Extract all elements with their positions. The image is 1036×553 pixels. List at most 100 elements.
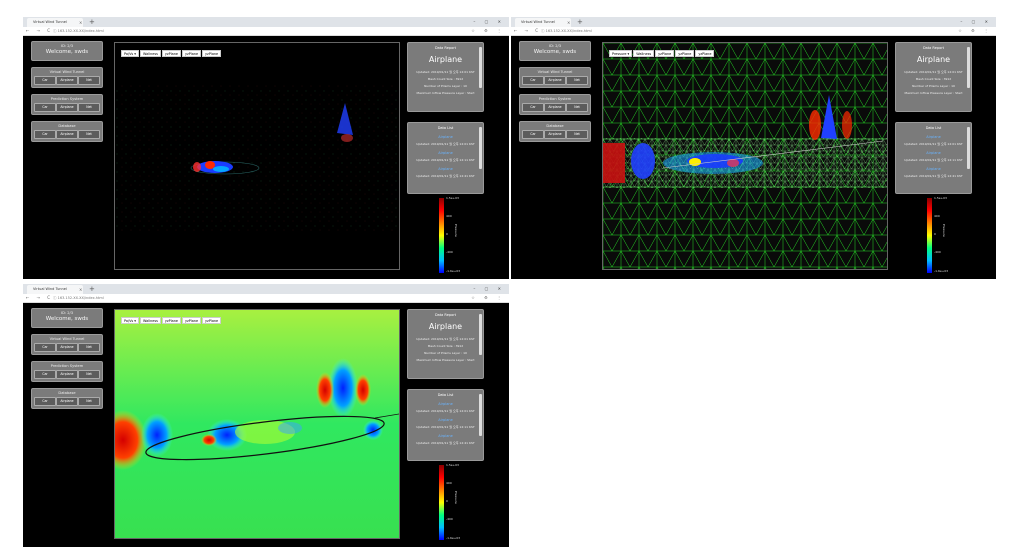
net-button[interactable]: Net [78, 76, 100, 85]
scrollbar[interactable] [479, 47, 482, 88]
colorbar-tick: 0 [934, 232, 936, 236]
plane-toggle[interactable]: yzPlane [202, 317, 222, 324]
net-button[interactable]: Net [566, 130, 588, 139]
url-field[interactable]: ⓘ 163.152.XX.XX/index.html [541, 28, 611, 34]
airplane-button[interactable]: Airplane [56, 370, 78, 379]
window-controls[interactable]: – ▢ ✕ [473, 17, 505, 26]
wall-toggle[interactable]: Wallness [633, 50, 655, 57]
car-button[interactable]: Car [34, 370, 56, 379]
car-button[interactable]: Car [34, 103, 56, 112]
report-line: Mesh Count Size : 3912 [915, 77, 952, 81]
scrollbar[interactable] [967, 127, 970, 169]
car-button[interactable]: Car [522, 130, 544, 139]
list-item-link[interactable]: Airplane [896, 151, 971, 155]
report-line: Maximum Inflow Pressure Layer : Start [904, 91, 963, 95]
scrollbar[interactable] [479, 127, 482, 169]
scrollbar[interactable] [479, 394, 482, 436]
extension-icons[interactable]: ☆ ⚙ ⋮ [471, 27, 505, 35]
tab-title: Virtual Wind Tunnel [33, 287, 67, 291]
new-tab-icon[interactable]: + [577, 17, 583, 27]
wall-toggle[interactable]: Wallness [139, 50, 161, 57]
list-item-date: Updated: 2019/01/11 월 오후 12:11 KST [904, 158, 963, 162]
airplane-button[interactable]: Airplane [56, 397, 78, 406]
field-dropdown[interactable]: Pa/Vs ▾ [121, 50, 139, 57]
airplane-button[interactable]: Airplane [544, 76, 566, 85]
nav-buttons[interactable]: ← → C [26, 27, 53, 35]
browser-tab[interactable]: Virtual Wind Tunnel × [515, 18, 571, 27]
browser-tab[interactable]: Virtual Wind Tunnel × [27, 285, 83, 294]
plane-toggle[interactable]: yzPlane [695, 50, 715, 57]
mesh-render [603, 43, 887, 269]
net-button[interactable]: Net [78, 343, 100, 352]
list-item-date: Updated: 2019/01/11 월 오후 12:41 KST [416, 174, 475, 178]
data-report-panel: Data Report Airplane Updated: 2019/01/11… [407, 42, 484, 112]
colorbar-label: Pressure [454, 491, 458, 504]
new-tab-icon[interactable]: + [89, 17, 95, 27]
net-button[interactable]: Net [78, 130, 100, 139]
plane-toggle[interactable]: yzPlane [181, 317, 202, 324]
wall-toggle[interactable]: Wallness [139, 317, 161, 324]
extension-icons[interactable]: ☆ ⚙ ⋮ [471, 294, 505, 302]
report-line: Updated: 2019/01/11 월 오후 12:01 KST [416, 70, 475, 74]
colorbar-tick: 400 [446, 481, 452, 485]
airplane-button[interactable]: Airplane [56, 130, 78, 139]
group-title: Database [58, 391, 76, 395]
viewport-3d[interactable]: Pa/Vs ▾ Wallness yzPlane yzPlane yzPlane [114, 42, 400, 270]
url-field[interactable]: ⓘ 163.152.XX.XX/index.html [53, 295, 123, 301]
car-button[interactable]: Car [522, 103, 544, 112]
car-button[interactable]: Car [34, 130, 56, 139]
plane-toggle[interactable]: yzPlane [675, 50, 695, 57]
scrollbar[interactable] [967, 47, 970, 88]
tab-close-icon[interactable]: × [567, 18, 570, 27]
airplane-button[interactable]: Airplane [56, 103, 78, 112]
plane-toggle[interactable]: yzPlane [161, 317, 181, 324]
list-item-link[interactable]: Airplane [408, 434, 483, 438]
field-dropdown[interactable]: Pressure ▾ [609, 50, 633, 57]
list-item-link[interactable]: Airplane [408, 135, 483, 139]
extension-icons[interactable]: ☆ ⚙ ⋮ [958, 27, 992, 35]
address-bar: ← → C ⓘ 163.152.XX.XX/index.html ☆ ⚙ ⋮ [23, 294, 509, 303]
url-field[interactable]: ⓘ 163.152.XX.XX/index.html [53, 28, 123, 34]
list-item-link[interactable]: Airplane [408, 151, 483, 155]
user-panel: ID: 2/3 Welcome, swds [31, 41, 103, 61]
list-item-date: Updated: 2019/01/11 월 오후 12:41 KST [904, 174, 963, 178]
viewport-3d[interactable]: Pressure ▾ Wallness yzPlane yzPlane yzPl… [602, 42, 888, 270]
nav-buttons[interactable]: ← → C [514, 27, 541, 35]
tab-close-icon[interactable]: × [79, 285, 82, 294]
plane-toggle[interactable]: yzPlane [202, 50, 222, 57]
window-controls[interactable]: – ▢ ✕ [473, 284, 505, 293]
tab-close-icon[interactable]: × [79, 18, 82, 27]
group-title: Prediction System [50, 364, 84, 368]
nav-buttons[interactable]: ← → C [26, 294, 53, 302]
viewport-3d[interactable]: Pa/Vs ▾ Wallness yzPlane yzPlane yzPlane [114, 309, 400, 539]
group-title: Virtual Wind Tunnel [49, 337, 85, 341]
list-item-link[interactable]: Airplane [896, 167, 971, 171]
airplane-button[interactable]: Airplane [56, 76, 78, 85]
airplane-button[interactable]: Airplane [544, 130, 566, 139]
field-dropdown[interactable]: Pa/Vs ▾ [121, 317, 139, 324]
car-button[interactable]: Car [34, 343, 56, 352]
airplane-button[interactable]: Airplane [56, 343, 78, 352]
car-button[interactable]: Car [522, 76, 544, 85]
plane-toggle[interactable]: yzPlane [655, 50, 675, 57]
car-button[interactable]: Car [34, 76, 56, 85]
plane-toggle[interactable]: yzPlane [161, 50, 181, 57]
new-tab-icon[interactable]: + [89, 284, 95, 294]
list-item-link[interactable]: Airplane [408, 402, 483, 406]
list-item-link[interactable]: Airplane [896, 135, 971, 139]
car-button[interactable]: Car [34, 397, 56, 406]
airplane-button[interactable]: Airplane [544, 103, 566, 112]
browser-tab[interactable]: Virtual Wind Tunnel × [27, 18, 83, 27]
scrollbar[interactable] [479, 314, 482, 355]
net-button[interactable]: Net [78, 397, 100, 406]
plane-toggle[interactable]: yzPlane [181, 50, 202, 57]
window-controls[interactable]: – ▢ ✕ [960, 17, 992, 26]
net-button[interactable]: Net [78, 103, 100, 112]
user-id: ID: 2/3 [549, 44, 561, 48]
list-item-link[interactable]: Airplane [408, 418, 483, 422]
net-button[interactable]: Net [566, 103, 588, 112]
list-item-link[interactable]: Airplane [408, 167, 483, 171]
net-button[interactable]: Net [566, 76, 588, 85]
net-button[interactable]: Net [78, 370, 100, 379]
group-database: Database Car Airplane Net [519, 121, 591, 142]
